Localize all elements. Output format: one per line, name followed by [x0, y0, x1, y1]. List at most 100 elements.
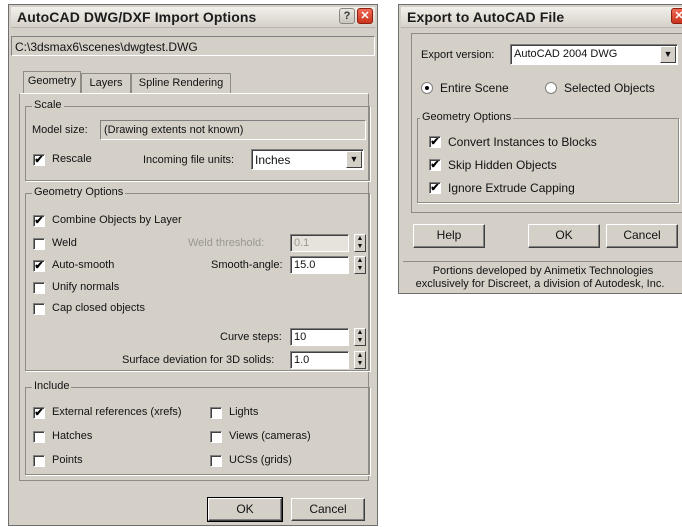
autosmooth-checkbox[interactable]: ✔: [33, 260, 45, 272]
surface-deviation-label: Surface deviation for 3D solids:: [122, 354, 275, 366]
chevron-down-icon[interactable]: ▼: [346, 151, 362, 168]
scale-legend: Scale: [32, 99, 64, 111]
export-version-select[interactable]: AutoCAD 2004 DWG ▼: [510, 44, 678, 65]
export-help-button[interactable]: Help: [413, 224, 485, 248]
export-version-value: AutoCAD 2004 DWG: [514, 48, 618, 60]
xrefs-label: External references (xrefs): [52, 406, 182, 418]
points-checkbox[interactable]: [33, 455, 45, 467]
weld-checkbox[interactable]: [33, 238, 45, 250]
export-ok-button[interactable]: OK: [528, 224, 600, 248]
selected-objects-label: Selected Objects: [564, 81, 655, 95]
weld-threshold-value: 0.1: [294, 237, 310, 249]
spinner-down-icon[interactable]: ▼: [355, 337, 365, 345]
views-checkbox[interactable]: [210, 431, 222, 443]
tab-layers[interactable]: Layers: [81, 73, 131, 93]
spinner-down-icon[interactable]: ▼: [355, 265, 365, 273]
spinner-down-icon[interactable]: ▼: [355, 360, 365, 368]
entire-scene-label: Entire Scene: [440, 81, 509, 95]
chevron-down-icon[interactable]: ▼: [660, 46, 676, 63]
weld-label: Weld: [52, 237, 77, 249]
autosmooth-label: Auto-smooth: [52, 259, 115, 271]
hatches-checkbox[interactable]: [33, 431, 45, 443]
units-select[interactable]: Inches ▼: [251, 149, 364, 170]
export-title: Export to AutoCAD File: [407, 9, 565, 25]
tab-spline-rendering[interactable]: Spline Rendering: [131, 73, 231, 93]
smooth-angle-spinner[interactable]: ▲ ▼: [354, 256, 366, 274]
spinner-up-icon[interactable]: ▲: [355, 352, 365, 360]
ucss-label: UCSs (grids): [229, 454, 292, 466]
import-tab-strip: Geometry Layers Spline Rendering: [23, 71, 363, 93]
cap-checkbox[interactable]: [33, 303, 45, 315]
points-label: Points: [52, 454, 83, 466]
skip-hidden-label: Skip Hidden Objects: [448, 158, 557, 172]
export-titlebar[interactable]: Export to AutoCAD File ✕: [401, 7, 682, 28]
include-legend: Include: [32, 380, 72, 392]
export-version-label: Export version:: [421, 49, 495, 61]
selected-objects-radio[interactable]: [545, 82, 557, 94]
surface-deviation-input[interactable]: 1.0: [290, 351, 349, 369]
smooth-angle-input[interactable]: 15.0: [290, 256, 349, 274]
convert-instances-checkbox[interactable]: ✔: [429, 136, 441, 148]
ignore-extrude-label: Ignore Extrude Capping: [448, 181, 575, 195]
tab-geometry[interactable]: Geometry: [23, 71, 81, 93]
export-geometry-group: Geometry Options ✔ Convert Instances to …: [417, 111, 679, 203]
surface-deviation-spinner[interactable]: ▲ ▼: [354, 351, 366, 369]
lights-label: Lights: [229, 406, 259, 418]
rescale-checkbox[interactable]: ✔: [33, 154, 45, 166]
import-path-text: C:\3dsmax6\scenes\dwgtest.DWG: [15, 40, 198, 54]
curve-steps-label: Curve steps:: [220, 331, 282, 343]
curve-steps-input[interactable]: 10: [290, 328, 349, 346]
spinner-up-icon[interactable]: ▲: [355, 329, 365, 337]
model-size-value: (Drawing extents not known): [104, 124, 244, 136]
views-label: Views (cameras): [229, 430, 311, 442]
unify-label: Unify normals: [52, 281, 120, 293]
import-cancel-button[interactable]: Cancel: [291, 498, 365, 521]
include-group: Include ✔ External references (xrefs) Li…: [25, 380, 370, 475]
lights-checkbox[interactable]: [210, 407, 222, 419]
weld-threshold-spinner[interactable]: ▲ ▼: [354, 234, 366, 252]
spinner-down-icon[interactable]: ▼: [355, 243, 365, 251]
model-size-field: (Drawing extents not known): [100, 120, 366, 140]
footer-line-2: exclusively for Discreet, a division of …: [415, 278, 665, 290]
scale-group: Scale Model size: (Drawing extents not k…: [25, 99, 370, 181]
weld-threshold-label: Weld threshold:: [188, 237, 265, 249]
model-size-label: Model size:: [32, 124, 88, 136]
close-icon[interactable]: ✕: [357, 8, 373, 24]
import-title: AutoCAD DWG/DXF Import Options: [17, 9, 257, 25]
units-label: Incoming file units:: [143, 154, 235, 166]
import-path-field: C:\3dsmax6\scenes\dwgtest.DWG: [11, 36, 375, 56]
geometry-options-group: Geometry Options ✔ Combine Objects by La…: [25, 186, 370, 371]
import-titlebar[interactable]: AutoCAD DWG/DXF Import Options ? ✕: [11, 7, 375, 28]
surface-deviation-value: 1.0: [294, 354, 310, 366]
units-value: Inches: [255, 153, 291, 167]
combine-label: Combine Objects by Layer: [52, 214, 182, 226]
smooth-angle-label: Smooth-angle:: [211, 259, 283, 271]
ucss-checkbox[interactable]: [210, 455, 222, 467]
combine-checkbox[interactable]: ✔: [33, 215, 45, 227]
import-ok-button[interactable]: OK: [207, 497, 283, 522]
footer-line-1: Portions developed by Animetix Technolog…: [432, 265, 654, 277]
export-footer: Portions developed by Animetix Technolog…: [403, 261, 682, 291]
curve-steps-spinner[interactable]: ▲ ▼: [354, 328, 366, 346]
entire-scene-radio[interactable]: [421, 82, 433, 94]
ignore-extrude-checkbox[interactable]: ✔: [429, 182, 441, 194]
close-icon[interactable]: ✕: [671, 8, 682, 24]
import-dialog: AutoCAD DWG/DXF Import Options ? ✕ C:\3d…: [8, 4, 378, 526]
hatches-label: Hatches: [52, 430, 93, 442]
spinner-up-icon[interactable]: ▲: [355, 257, 365, 265]
weld-threshold-input[interactable]: 0.1: [290, 234, 349, 252]
xrefs-checkbox[interactable]: ✔: [33, 407, 45, 419]
export-cancel-button[interactable]: Cancel: [606, 224, 678, 248]
unify-checkbox[interactable]: [33, 282, 45, 294]
help-icon[interactable]: ?: [339, 8, 355, 24]
smooth-angle-value: 15.0: [294, 259, 316, 271]
spinner-up-icon[interactable]: ▲: [355, 235, 365, 243]
export-geometry-legend: Geometry Options: [420, 111, 514, 123]
curve-steps-value: 10: [294, 331, 307, 343]
rescale-label: Rescale: [52, 153, 92, 165]
export-dialog: Export to AutoCAD File ✕ Export version:…: [398, 4, 682, 294]
skip-hidden-checkbox[interactable]: ✔: [429, 159, 441, 171]
convert-instances-label: Convert Instances to Blocks: [448, 135, 597, 149]
cap-label: Cap closed objects: [52, 302, 145, 314]
geometry-legend: Geometry Options: [32, 186, 126, 198]
